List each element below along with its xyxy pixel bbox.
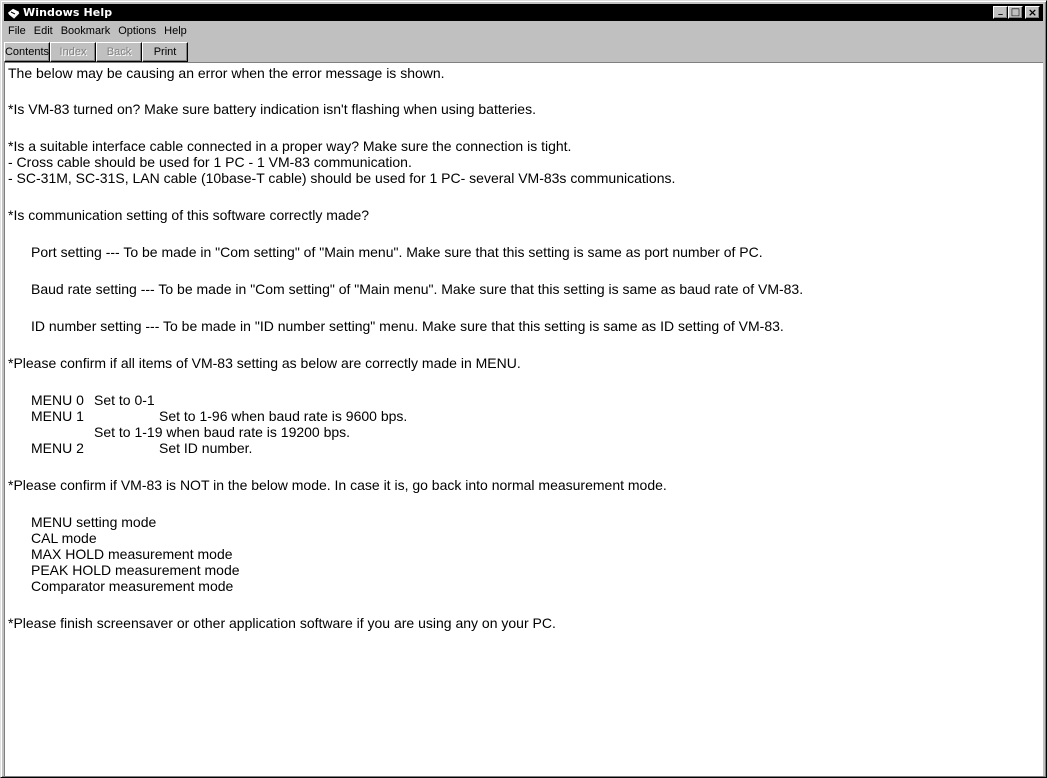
menu1-label: MENU 1 bbox=[31, 408, 84, 424]
menu2-label: MENU 2 bbox=[31, 440, 84, 456]
maximize-button[interactable]: □ bbox=[1008, 6, 1023, 19]
close-button[interactable]: × bbox=[1025, 6, 1040, 19]
index-button[interactable]: Index bbox=[50, 42, 96, 62]
caption-buttons: _ □ × bbox=[993, 6, 1040, 19]
menu0-value: Set to 0-1 bbox=[94, 392, 155, 408]
menu-help[interactable]: Help bbox=[160, 25, 191, 37]
contents-button-label: Contents bbox=[4, 46, 50, 58]
print-button-label: Print bbox=[153, 46, 177, 58]
check-menu-setting-text: *Please confirm if all items of VM-83 se… bbox=[8, 355, 521, 371]
menu-options[interactable]: Options bbox=[114, 25, 160, 37]
mode-item: Comparator measurement mode bbox=[31, 578, 234, 594]
minimize-button[interactable]: _ bbox=[993, 6, 1008, 19]
mode-item: CAL mode bbox=[31, 530, 97, 546]
button-bar: Contents Index Back Print bbox=[4, 40, 1043, 62]
mode-item: PEAK HOLD measurement mode bbox=[31, 562, 240, 578]
check-mode-text: *Please confirm if VM-83 is NOT in the b… bbox=[8, 477, 667, 493]
intro-text: The below may be causing an error when t… bbox=[8, 65, 445, 81]
title-bar[interactable]: Windows Help _ □ × bbox=[4, 4, 1043, 21]
back-button[interactable]: Back bbox=[96, 42, 142, 62]
cross-cable-text: - Cross cable should be used for 1 PC - … bbox=[8, 154, 412, 170]
id-number-setting-text: ID number setting --- To be made in "ID … bbox=[31, 318, 784, 334]
close-icon: × bbox=[1027, 6, 1038, 19]
menu2-value: Set ID number. bbox=[159, 440, 253, 456]
check-cable-text: *Is a suitable interface cable connected… bbox=[8, 138, 572, 154]
check-power-text: *Is VM-83 turned on? Make sure battery i… bbox=[8, 101, 536, 117]
help-topic-content[interactable]: The below may be causing an error when t… bbox=[4, 62, 1043, 776]
menu-edit[interactable]: Edit bbox=[30, 25, 57, 37]
menu-file[interactable]: File bbox=[4, 25, 30, 37]
baud-rate-setting-text: Baud rate setting --- To be made in "Com… bbox=[31, 281, 804, 297]
help-window: Windows Help _ □ × File Edit Bookmark Op… bbox=[0, 0, 1047, 778]
contents-button[interactable]: Contents bbox=[4, 42, 50, 62]
lan-cable-text: - SC-31M, SC-31S, LAN cable (10base-T ca… bbox=[8, 170, 676, 186]
mode-item: MENU setting mode bbox=[31, 514, 157, 530]
finish-screensaver-text: *Please finish screensaver or other appl… bbox=[8, 615, 556, 631]
menu-bookmark[interactable]: Bookmark bbox=[57, 25, 115, 37]
check-comm-setting-text: *Is communication setting of this softwa… bbox=[8, 207, 370, 223]
menu-bar: File Edit Bookmark Options Help bbox=[4, 22, 1043, 40]
index-button-label: Index bbox=[59, 46, 87, 58]
menu0-label: MENU 0 bbox=[31, 392, 84, 408]
maximize-icon: □ bbox=[1010, 7, 1021, 18]
minimize-icon: _ bbox=[998, 5, 1003, 16]
mode-item: MAX HOLD measurement mode bbox=[31, 546, 233, 562]
window-title: Windows Help bbox=[23, 6, 113, 19]
menu1-value: Set to 1-96 when baud rate is 9600 bps. bbox=[159, 408, 408, 424]
menu1-value-19200: Set to 1-19 when baud rate is 19200 bps. bbox=[94, 424, 351, 440]
port-setting-text: Port setting --- To be made in "Com sett… bbox=[31, 244, 763, 260]
help-book-icon bbox=[7, 6, 20, 19]
print-button[interactable]: Print bbox=[142, 42, 188, 62]
back-button-label: Back bbox=[106, 46, 132, 58]
